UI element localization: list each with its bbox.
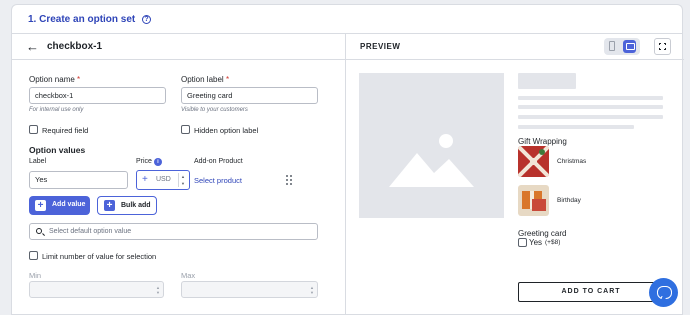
help-icon[interactable]: ? xyxy=(142,15,151,24)
column-addon: Add-on Product xyxy=(194,158,243,165)
page-title: 1. Create an option set xyxy=(28,14,136,25)
gift-option-birthday: Birthday xyxy=(557,197,581,204)
desktop-icon[interactable] xyxy=(623,40,636,53)
greeting-card-title: Greeting card xyxy=(518,229,567,238)
price-stepper[interactable]: ▲ ▼ xyxy=(178,173,187,187)
limit-checkbox[interactable] xyxy=(29,251,38,260)
price-input[interactable]: + USD ▲ ▼ xyxy=(136,170,190,190)
max-input[interactable]: ▲ ▼ xyxy=(181,281,318,298)
hidden-label-checkbox[interactable] xyxy=(181,125,190,134)
default-value-select[interactable]: Select default option value xyxy=(29,223,318,240)
chat-icon[interactable] xyxy=(649,278,678,307)
add-to-cart-button[interactable]: ADD TO CART xyxy=(518,282,664,302)
mobile-icon[interactable] xyxy=(609,41,615,51)
limit-label: Limit number of value for selection xyxy=(42,252,157,261)
column-price: Price xyxy=(136,158,152,165)
option-name-label: Option name * xyxy=(29,75,80,84)
required-field-checkbox[interactable] xyxy=(29,125,38,134)
option-name-label-text: Option name xyxy=(29,75,75,84)
option-label-input[interactable]: Greeting card xyxy=(181,87,318,104)
device-toggle xyxy=(604,38,640,55)
panel-divider xyxy=(345,34,346,315)
back-arrow-icon[interactable]: ← xyxy=(26,40,39,53)
panel-header-divider xyxy=(12,59,684,60)
price-info-icon[interactable]: i xyxy=(154,158,162,166)
gift-wrapping-title: Gift Wrapping xyxy=(518,137,567,146)
option-values-title: Option values xyxy=(29,145,86,155)
option-name-hint: For internal use only xyxy=(29,107,84,113)
birthday-gift-icon xyxy=(518,185,549,216)
skeleton-line xyxy=(518,115,663,119)
editor-title: checkbox-1 xyxy=(47,41,103,52)
hidden-label-text: Hidden option label xyxy=(194,126,259,135)
plus-icon: + xyxy=(142,174,148,185)
default-value-placeholder: Select default option value xyxy=(49,228,132,235)
required-mark: * xyxy=(225,75,230,84)
main-panel: ← checkbox-1 PREVIEW Option name * check… xyxy=(11,33,684,315)
greeting-yes-checkbox[interactable] xyxy=(518,238,527,247)
max-stepper: ▲ ▼ xyxy=(310,285,314,295)
required-mark: * xyxy=(77,75,81,84)
bulk-add-button[interactable]: + Bulk add xyxy=(97,196,157,215)
plus-icon: + xyxy=(104,200,115,211)
preview-title: PREVIEW xyxy=(360,42,401,51)
skeleton-line xyxy=(518,96,663,100)
drag-handle-icon[interactable] xyxy=(286,175,292,185)
option-label-label-text: Option label xyxy=(181,75,224,84)
skeleton-line xyxy=(518,105,663,109)
add-value-button[interactable]: + Add value xyxy=(29,196,90,215)
required-field-label: Required field xyxy=(42,126,89,135)
fullscreen-icon xyxy=(658,42,667,51)
add-value-label: Add value xyxy=(52,201,86,208)
value-label-input[interactable]: Yes xyxy=(29,171,128,189)
column-label: Label xyxy=(29,158,47,165)
christmas-thumbnail[interactable] xyxy=(518,146,549,177)
select-product-link[interactable]: Select product xyxy=(194,176,242,185)
plus-icon: + xyxy=(35,200,46,211)
search-icon xyxy=(36,228,42,234)
min-stepper: ▲ ▼ xyxy=(156,285,160,295)
max-label: Max xyxy=(181,271,196,280)
header-card: 1. Create an option set ? xyxy=(11,4,683,34)
min-input[interactable]: ▲ ▼ xyxy=(29,281,164,298)
skeleton-line xyxy=(518,125,634,129)
bulk-add-label: Bulk add xyxy=(121,202,151,209)
greeting-yes-label: Yes xyxy=(529,238,543,247)
skeleton-title xyxy=(518,73,576,89)
currency-label: USD xyxy=(156,176,171,183)
gift-option-christmas: Christmas xyxy=(557,158,587,165)
christmas-gift-icon xyxy=(518,146,549,177)
fullscreen-button[interactable] xyxy=(654,38,671,55)
option-name-input[interactable]: checkbox-1 xyxy=(29,87,166,104)
greeting-price: (+$8) xyxy=(545,239,561,246)
option-label-hint: Visible to your customers xyxy=(181,107,248,113)
birthday-thumbnail[interactable] xyxy=(518,185,549,216)
product-image-placeholder xyxy=(359,73,504,218)
option-label-label: Option label * xyxy=(181,75,229,84)
min-label: Min xyxy=(29,271,42,280)
image-icon xyxy=(389,134,474,187)
